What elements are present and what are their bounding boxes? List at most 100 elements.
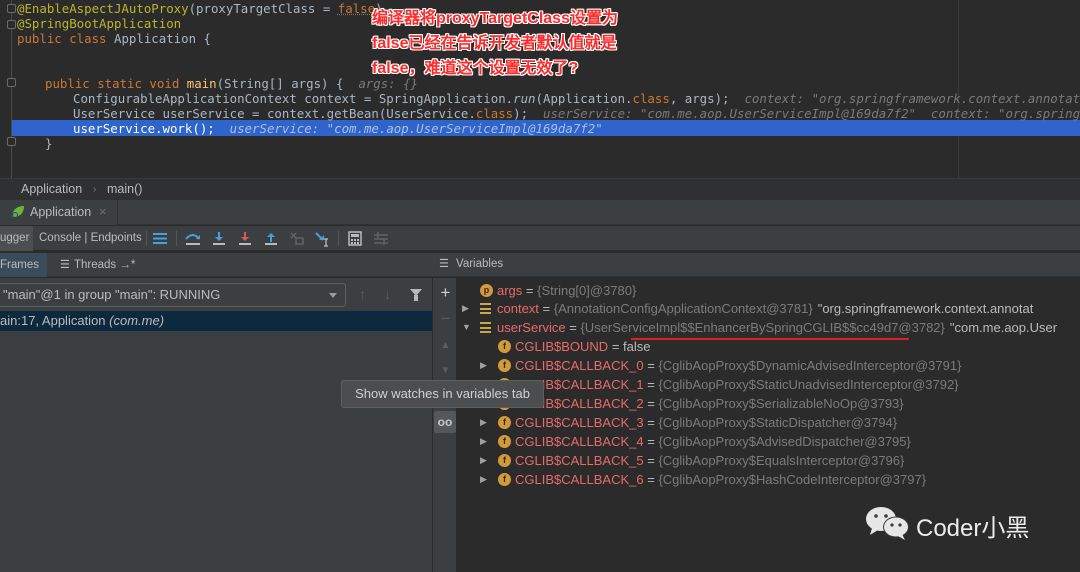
variable-name: context [497, 301, 539, 316]
tooltip: Show watches in variables tab [341, 380, 544, 408]
red-underline-annotation [631, 338, 909, 340]
add-watch-button[interactable]: + [433, 284, 458, 302]
variable-name: CGLIB$CALLBACK_3 [515, 415, 644, 430]
breadcrumb: Application › main() [0, 178, 1080, 200]
collapse-arrow-icon[interactable]: ▼ [462, 318, 471, 337]
evaluate-expression-icon[interactable] [346, 230, 364, 247]
force-step-into-icon[interactable] [236, 230, 254, 247]
code-editor[interactable]: @EnableAspectJAutoProxy(proxyTargetClass… [0, 0, 1080, 178]
fold-marker[interactable] [7, 137, 16, 146]
variable-name: CGLIB$CALLBACK_4 [515, 434, 644, 449]
step-over-icon[interactable] [184, 230, 202, 247]
remove-watch-button[interactable]: − [433, 310, 458, 328]
variable-name: CGLIB$CALLBACK_5 [515, 453, 644, 468]
variables-header: ☰ Variables [432, 253, 1080, 277]
field-icon: f [498, 416, 511, 429]
equals-sign: = [643, 358, 659, 373]
spring-boot-icon [12, 206, 24, 218]
equals-sign: = [608, 339, 624, 354]
breadcrumb-item-method[interactable]: main() [107, 182, 142, 196]
toolbar-divider [176, 231, 177, 246]
variable-value: {CglibAopProxy$DynamicAdvisedInterceptor… [658, 358, 962, 373]
toolbar-divider [146, 231, 147, 246]
step-into-icon[interactable] [210, 230, 228, 247]
tab-threads[interactable]: ☰ Threads →* [54, 253, 141, 277]
fold-marker[interactable] [7, 78, 16, 87]
run-tab-application[interactable]: Application × [0, 200, 118, 225]
local-variable-icon [480, 322, 491, 333]
variable-value: {CglibAopProxy$AdvisedDispatcher@3795} [658, 434, 911, 449]
variable-value: false [623, 339, 651, 354]
code-line-getbean: UserService userService = context.getBea… [73, 106, 1080, 121]
variable-value: {UserServiceImpl$$EnhancerBySpringCGLIB$… [580, 320, 945, 335]
variable-value: {CglibAopProxy$EqualsInterceptor@3796} [658, 453, 905, 468]
variable-name: CGLIB$BOUND [515, 339, 609, 354]
show-watches-toggle-icon[interactable]: oo [434, 411, 456, 433]
tab-debugger[interactable]: ugger [0, 226, 33, 251]
equals-sign: = [643, 472, 659, 487]
expand-arrow-icon[interactable]: ▶ [480, 356, 487, 375]
watermark: Coder小黑 [864, 505, 1029, 542]
code-line-3: public class Application { [17, 31, 211, 46]
move-watch-up-button[interactable]: ▲ [433, 337, 458, 355]
show-execution-point-icon[interactable] [151, 230, 169, 247]
variable-tostring: "com.me.aop.User [949, 320, 1058, 335]
variables-icon: ☰ [439, 258, 449, 270]
variable-value: {String[0]@3780} [537, 283, 637, 298]
fold-marker[interactable] [7, 4, 16, 13]
expand-arrow-icon[interactable]: ▶ [480, 451, 487, 470]
variable-value: {CglibAopProxy$SerializableNoOp@3793} [658, 396, 904, 411]
right-margin-guide [958, 0, 959, 178]
expand-arrow-icon[interactable]: ▶ [480, 470, 487, 489]
move-watch-down-button[interactable]: ▼ [433, 362, 458, 380]
previous-frame-arrow-icon[interactable]: ↑ [359, 286, 366, 302]
trace-icon[interactable] [372, 230, 390, 247]
variable-name: CGLIB$CALLBACK_0 [515, 358, 644, 373]
tab-console-endpoints[interactable]: Console | Endpoints [39, 226, 142, 251]
variable-value: {CglibAopProxy$StaticUnadvisedIntercepto… [658, 377, 959, 392]
equals-sign: = [522, 283, 538, 298]
frame-row-selected[interactable]: ain:17, Application (com.me) [0, 311, 432, 331]
local-variable-icon [480, 303, 491, 314]
step-out-icon[interactable] [262, 230, 280, 247]
equals-sign: = [643, 396, 659, 411]
field-icon: f [498, 359, 511, 372]
field-icon: f [498, 340, 511, 353]
breadcrumb-separator: › [93, 184, 97, 195]
drop-frame-icon[interactable] [288, 230, 306, 247]
parameter-icon: p [480, 284, 493, 297]
threads-icon: ☰ [60, 259, 70, 271]
field-icon: f [498, 435, 511, 448]
annotation-note: 编译器将proxyTargetClass设置为 false已经在告诉开发者默认值… [372, 10, 618, 77]
variable-name: CGLIB$CALLBACK_6 [515, 472, 644, 487]
field-icon: f [498, 473, 511, 486]
variable-tostring: "org.springframework.context.annotat [817, 301, 1034, 316]
wechat-icon [866, 507, 909, 540]
variable-value: {CglibAopProxy$StaticDispatcher@3794} [658, 415, 898, 430]
equals-sign: = [565, 320, 581, 335]
equals-sign: = [538, 301, 554, 316]
code-line-2: @SpringBootApplication [17, 16, 182, 31]
close-icon[interactable]: × [99, 204, 107, 219]
tab-frames[interactable]: Frames →* [0, 253, 47, 295]
expand-arrow-icon[interactable]: ▶ [480, 413, 487, 432]
toolbar-divider [338, 231, 339, 246]
code-line-1: @EnableAspectJAutoProxy(proxyTargetClass… [17, 1, 383, 16]
expand-arrow-icon[interactable]: ▶ [462, 299, 469, 318]
thread-select-dropdown[interactable]: "main"@1 in group "main": RUNNING [0, 283, 346, 307]
equals-sign: = [643, 415, 659, 430]
run-to-cursor-icon[interactable] [314, 230, 332, 247]
breadcrumb-item-class[interactable]: Application [21, 182, 82, 196]
variable-name: args [497, 283, 523, 298]
equals-sign: = [643, 377, 659, 392]
code-line-work-current: userService.work(); userService: "com.me… [73, 121, 603, 136]
expand-arrow-icon[interactable]: ▶ [480, 432, 487, 451]
filter-icon-stem [414, 295, 418, 301]
fold-marker[interactable] [7, 20, 16, 29]
next-frame-arrow-icon[interactable]: ↓ [384, 286, 391, 302]
field-icon: f [498, 454, 511, 467]
code-line-close: } [45, 136, 53, 151]
variable-value: {CglibAopProxy$HashCodeInterceptor@3797} [658, 472, 927, 487]
run-tab-bar: Application × [0, 200, 1080, 225]
chevron-down-icon [329, 293, 337, 298]
